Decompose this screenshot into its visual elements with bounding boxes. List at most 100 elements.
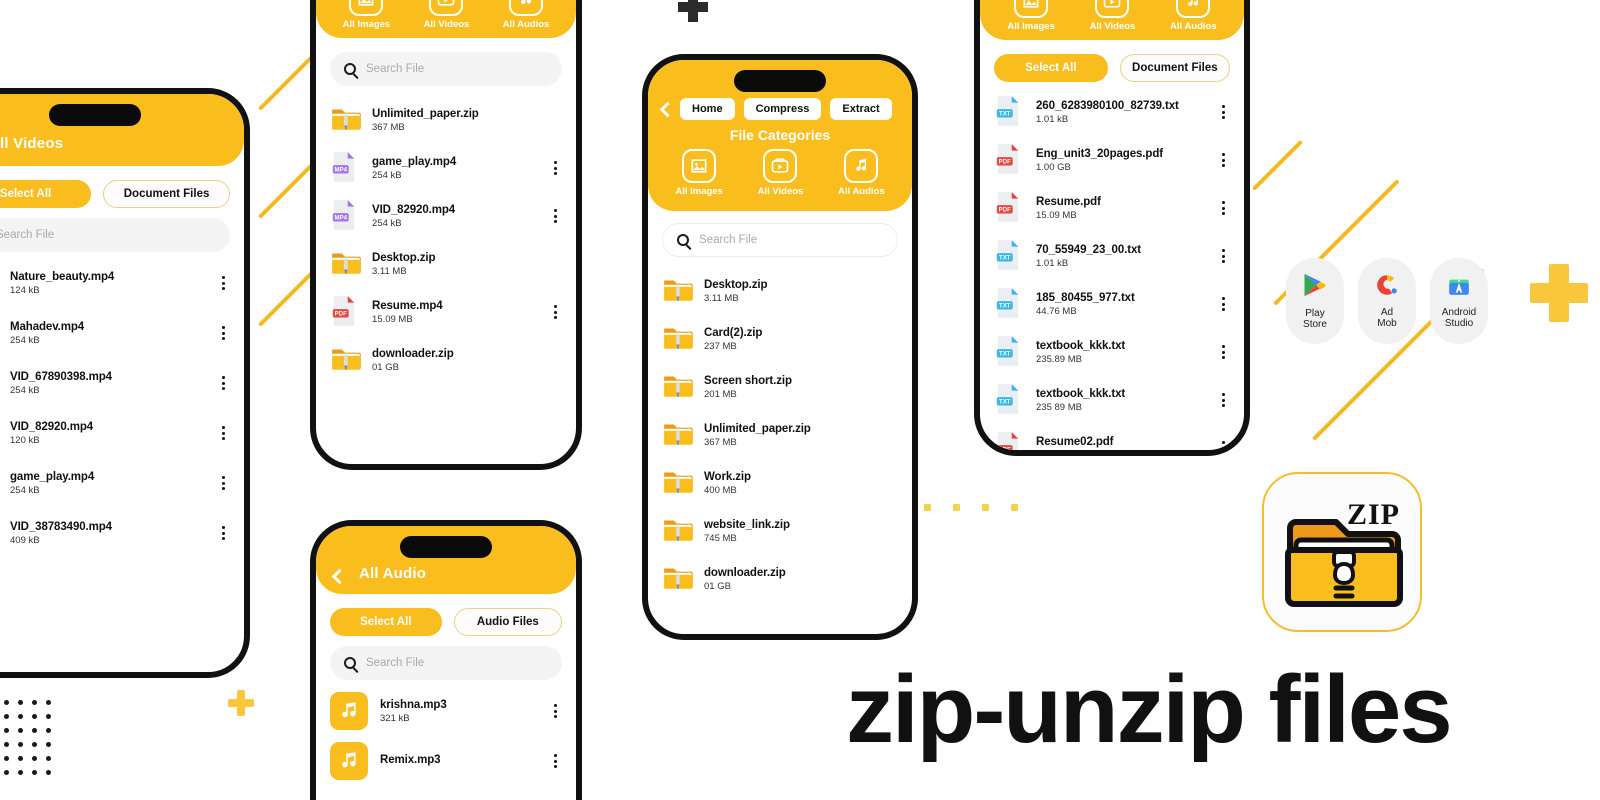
- file-list-item[interactable]: website_link.zip 745 MB: [648, 507, 912, 555]
- file-list-item[interactable]: game_play.mp4 254 kB: [0, 458, 244, 508]
- file-meta: VID_82920.mp4 120 kB: [10, 421, 204, 446]
- file-list-item[interactable]: MP4 VID_82920.mp4 254 kB: [316, 192, 576, 240]
- nav-tab-compress[interactable]: Compress: [743, 98, 822, 120]
- file-list-item[interactable]: PDF Resume.mp4 15.09 MB: [316, 288, 576, 336]
- search-input[interactable]: Search File: [330, 52, 562, 86]
- file-list-item[interactable]: VID_38783490.mp4 409 kB: [0, 508, 244, 558]
- decor-dot: [32, 742, 37, 747]
- more-options-icon[interactable]: [1216, 441, 1230, 450]
- file-list-item[interactable]: TXT textbook_kkk.txt 235.89 MB: [980, 328, 1244, 376]
- category-all-audios[interactable]: All Audios: [503, 0, 549, 30]
- file-list-item[interactable]: Unlimited_paper.zip 367 MB: [316, 96, 576, 144]
- pdf-file-icon: PDF: [994, 430, 1024, 450]
- file-meta: website_link.zip 745 MB: [704, 519, 898, 544]
- more-options-icon[interactable]: [548, 754, 562, 768]
- decor-dot: [32, 700, 37, 705]
- select-all-button[interactable]: Select All: [330, 608, 442, 636]
- document-files-button[interactable]: Document Files: [1119, 54, 1230, 82]
- file-list-item[interactable]: krishna.mp3 321 kB: [316, 686, 576, 736]
- category-all-videos[interactable]: All Videos: [424, 0, 469, 30]
- more-options-icon[interactable]: [548, 704, 562, 718]
- more-options-icon[interactable]: [548, 161, 562, 175]
- more-options-icon[interactable]: [1216, 153, 1230, 167]
- category-all-audios[interactable]: All Audios: [838, 149, 885, 197]
- file-list-item[interactable]: VID_82920.mp4 120 kB: [0, 408, 244, 458]
- category-all-videos[interactable]: All Videos: [758, 149, 803, 197]
- chevron-left-icon[interactable]: [659, 101, 676, 117]
- more-options-icon[interactable]: [216, 376, 230, 390]
- file-list-item[interactable]: Unlimited_paper.zip 367 MB: [648, 411, 912, 459]
- image-icon: [349, 0, 384, 16]
- decor-dot: [46, 742, 51, 747]
- file-size: 124 kB: [10, 284, 40, 296]
- category-all-images[interactable]: All Images: [675, 149, 723, 197]
- select-all-button[interactable]: Select All: [0, 180, 92, 208]
- app-badge-label: Ad Mob: [1377, 307, 1397, 329]
- search-input[interactable]: Search File: [330, 646, 562, 680]
- file-list-item[interactable]: Nature_beauty.mp4 124 kB: [0, 258, 244, 308]
- decor-dot: [32, 770, 37, 775]
- more-options-icon[interactable]: [548, 305, 562, 319]
- more-options-icon[interactable]: [548, 209, 562, 223]
- file-list-item[interactable]: Work.zip 400 MB: [648, 459, 912, 507]
- select-all-button[interactable]: Select All: [994, 54, 1108, 82]
- app-badge-google-play[interactable]: Play Store: [1286, 258, 1344, 344]
- more-options-icon[interactable]: [1216, 105, 1230, 119]
- more-options-icon[interactable]: [216, 326, 230, 340]
- file-list-item[interactable]: Card(2).zip 237 MB: [648, 315, 912, 363]
- file-name: VID_38783490.mp4: [10, 520, 112, 533]
- more-options-icon[interactable]: [216, 476, 230, 490]
- category-all-audios[interactable]: All Audios: [1170, 0, 1217, 32]
- file-list-item[interactable]: Desktop.zip 3.11 MB: [648, 267, 912, 315]
- file-meta: textbook_kkk.txt 235 89 MB: [1036, 388, 1204, 413]
- file-list-item[interactable]: VID_67890398.mp4 254 kB: [0, 358, 244, 408]
- audio-file-list: krishna.mp3 321 kB Remix.mp3: [316, 686, 576, 786]
- file-meta: Resume.mp4 15.09 MB: [372, 300, 536, 325]
- more-options-icon[interactable]: [216, 276, 230, 290]
- category-all-videos[interactable]: All Videos: [1090, 0, 1135, 32]
- file-size: 15.09 MB: [1036, 209, 1077, 221]
- app-badge-android-studio[interactable]: Android Studio: [1430, 258, 1488, 344]
- nav-tab-extract[interactable]: Extract: [830, 98, 892, 120]
- file-list-item[interactable]: TXT textbook_kkk.txt 235 89 MB: [980, 376, 1244, 424]
- file-size: 44.76 MB: [1036, 305, 1077, 317]
- file-name: Desktop.zip: [372, 251, 436, 264]
- file-list-item[interactable]: TXT 185_80455_977.txt 44.76 MB: [980, 280, 1244, 328]
- file-list-item[interactable]: PDF Resume.pdf 15.09 MB: [980, 184, 1244, 232]
- chevron-left-icon[interactable]: [331, 568, 348, 585]
- file-list-item[interactable]: Mahadev.mp4 254 kB: [0, 308, 244, 358]
- more-options-icon[interactable]: [216, 526, 230, 540]
- file-name: Remix.mp3: [380, 754, 441, 766]
- file-list-item[interactable]: TXT 260_6283980100_82739.txt 1.01 kB: [980, 88, 1244, 136]
- file-list-item[interactable]: Remix.mp3: [316, 736, 576, 786]
- file-name: Resume02.pdf: [1036, 435, 1114, 448]
- document-files-button[interactable]: Document Files: [103, 180, 230, 208]
- file-name: Screen short.zip: [704, 374, 792, 387]
- file-size: 3.11 MB: [372, 265, 407, 277]
- file-size: 3.11 MB: [704, 292, 739, 304]
- file-size: 254 kB: [372, 169, 402, 181]
- more-options-icon[interactable]: [1216, 249, 1230, 263]
- app-badge-admob[interactable]: Ad Mob: [1358, 258, 1416, 344]
- file-list-item[interactable]: MP4 game_play.mp4 254 kB: [316, 144, 576, 192]
- category-all-images[interactable]: All Images: [343, 0, 390, 30]
- file-list-item[interactable]: TXT 70_55949_23_00.txt 1.01 kB: [980, 232, 1244, 280]
- search-input[interactable]: Search File: [0, 218, 230, 252]
- category-all-images[interactable]: All Images: [1007, 0, 1055, 32]
- file-list-item[interactable]: Desktop.zip 3.11 MB: [316, 240, 576, 288]
- more-options-icon[interactable]: [1216, 393, 1230, 407]
- more-options-icon[interactable]: [1216, 345, 1230, 359]
- nav-tab-home[interactable]: Home: [680, 98, 735, 120]
- file-list-item[interactable]: Screen short.zip 201 MB: [648, 363, 912, 411]
- file-list-item[interactable]: PDF Eng_unit3_20pages.pdf 1.00 GB: [980, 136, 1244, 184]
- more-options-icon[interactable]: [1216, 201, 1230, 215]
- file-name: Resume.mp4: [372, 299, 443, 312]
- file-list-item[interactable]: downloader.zip 01 GB: [316, 336, 576, 384]
- file-list-item[interactable]: downloader.zip 01 GB: [648, 555, 912, 603]
- file-list-item[interactable]: PDF Resume02.pdf 12.06 MB: [980, 424, 1244, 450]
- audio-files-button[interactable]: Audio Files: [453, 608, 562, 636]
- more-options-icon[interactable]: [216, 426, 230, 440]
- mixed-category-strip: All Images All Videos All Audios: [316, 0, 576, 38]
- more-options-icon[interactable]: [1216, 297, 1230, 311]
- search-input[interactable]: Search File: [662, 223, 898, 257]
